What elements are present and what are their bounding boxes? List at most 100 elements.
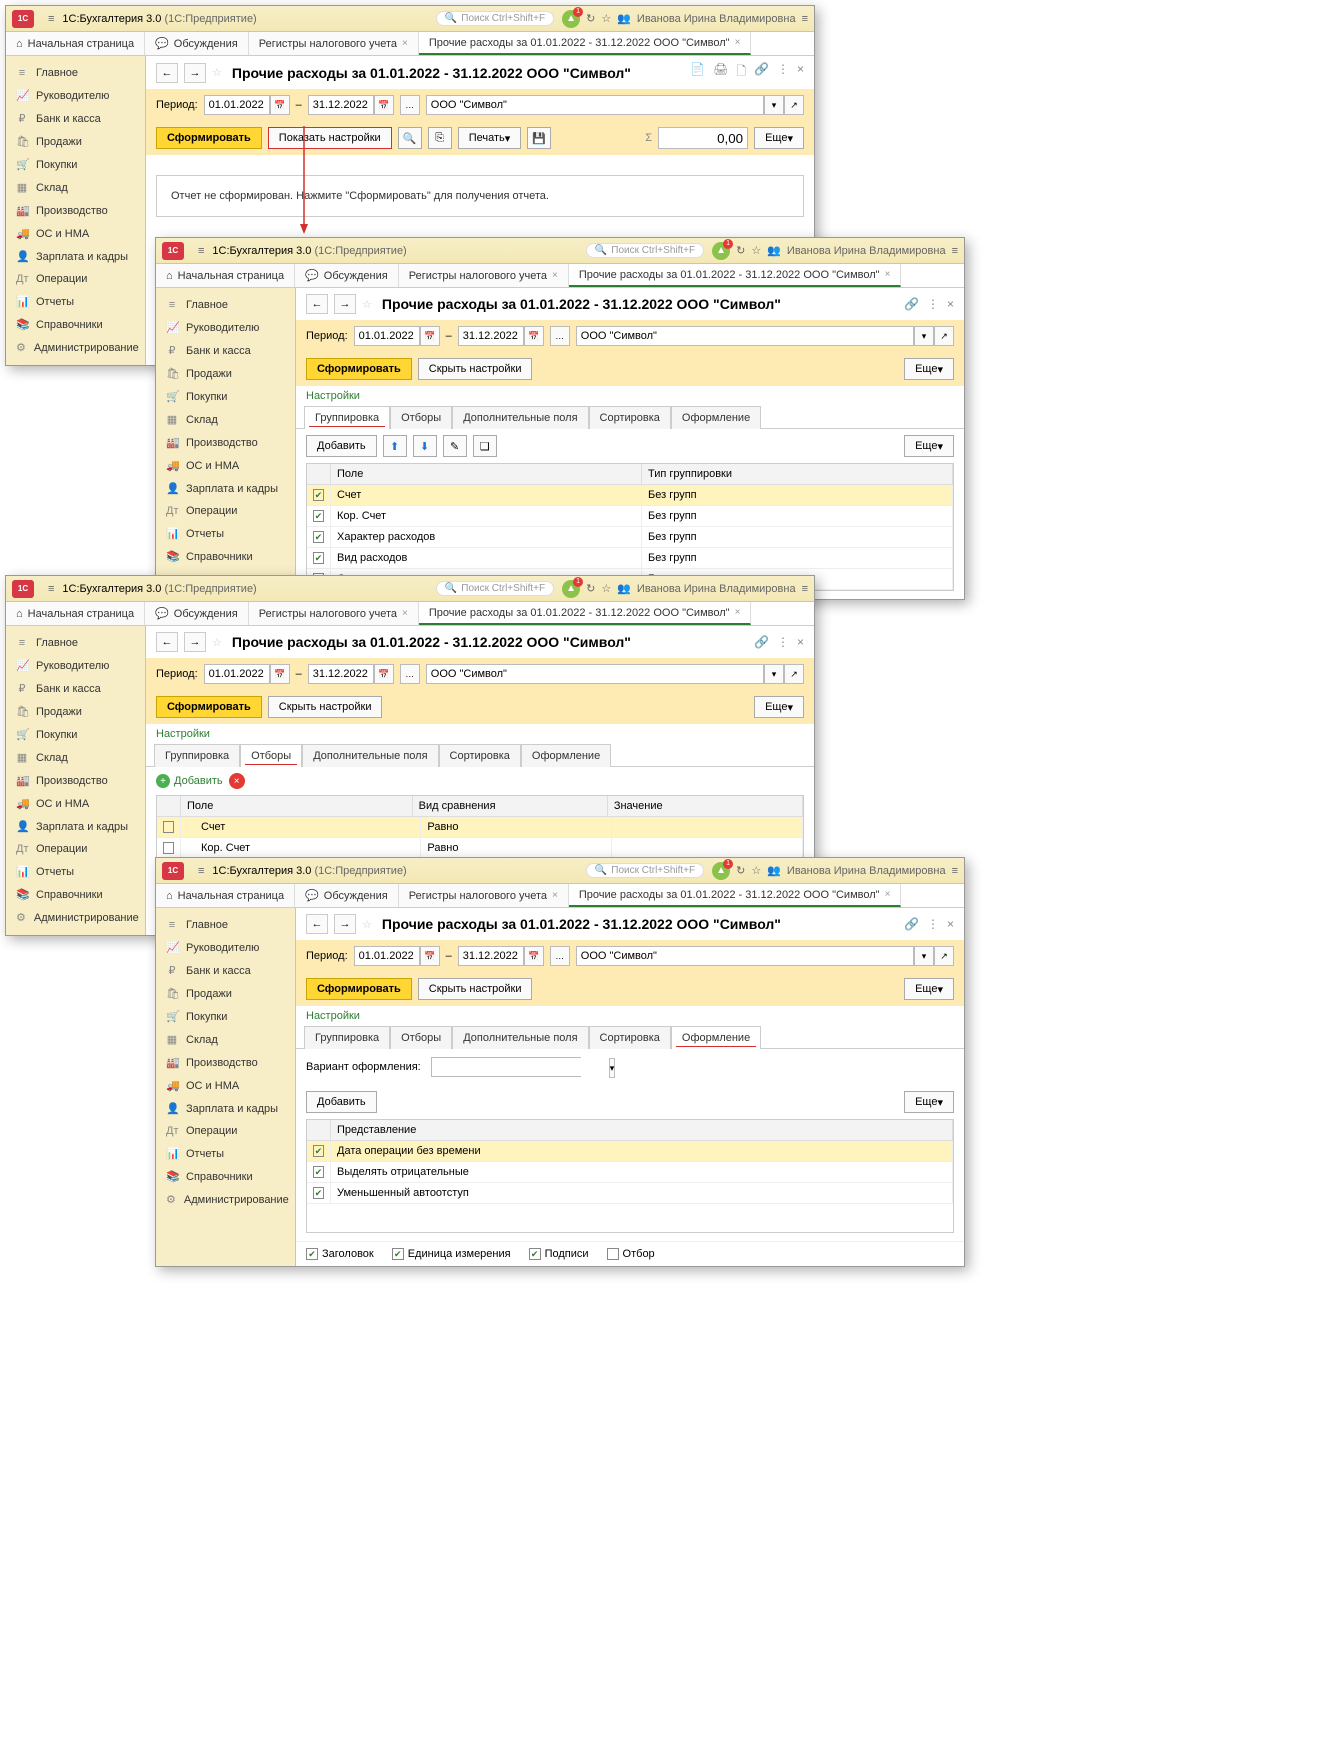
subtab-sort[interactable]: Сортировка — [589, 406, 671, 429]
hide-settings-button[interactable]: Скрыть настройки — [418, 358, 533, 380]
chk-sign[interactable]: Подписи — [529, 1248, 589, 1260]
search-icon[interactable]: 🔍 — [398, 127, 422, 149]
notifications-icon[interactable]: ▲1 — [562, 10, 580, 28]
date-to[interactable] — [458, 326, 524, 346]
subtab-group[interactable]: Группировка — [304, 406, 390, 429]
more-icon[interactable]: ⋮ — [777, 62, 789, 83]
subtab-filters[interactable]: Отборы — [390, 406, 452, 429]
tab-home[interactable]: ⌂ Начальная страница — [156, 264, 295, 287]
form-button[interactable]: Сформировать — [306, 358, 412, 380]
subtab-filters[interactable]: Отборы — [240, 744, 302, 767]
date-from[interactable] — [354, 326, 420, 346]
org-input[interactable] — [576, 326, 914, 346]
date-to[interactable] — [308, 95, 374, 115]
link-icon[interactable]: 🔗 — [754, 62, 769, 83]
table-row[interactable]: СчетРавно — [157, 817, 803, 838]
table-row[interactable]: Уменьшенный автоотступ — [307, 1183, 953, 1204]
save-icon[interactable]: 💾 — [527, 127, 551, 149]
nav-fwd[interactable]: → — [334, 294, 356, 314]
form-button[interactable]: Сформировать — [156, 127, 262, 149]
show-settings-button[interactable]: Показать настройки — [268, 127, 392, 149]
sidebar-item[interactable]: 📚Справочники — [6, 313, 145, 336]
variant-select[interactable]: ▾ — [431, 1057, 581, 1077]
user-name: Иванова Ирина Владимировна — [637, 13, 796, 25]
burger-icon[interactable]: ≡ — [198, 245, 204, 257]
more-button[interactable]: Еще ▾ — [904, 435, 954, 457]
sidebar-item[interactable]: 📈Руководителю — [6, 84, 145, 107]
add-button[interactable]: Добавить — [306, 1091, 377, 1113]
calendar-icon[interactable]: 📅 — [270, 95, 290, 115]
sidebar-item[interactable]: 🛒Покупки — [6, 153, 145, 176]
tab-home[interactable]: ⌂ Начальная страница — [6, 32, 145, 55]
tab-report[interactable]: Прочие расходы за 01.01.2022 - 31.12.202… — [419, 32, 752, 55]
star-icon[interactable]: ☆ — [601, 12, 611, 25]
chk-title[interactable]: Заголовок — [306, 1248, 374, 1260]
tab-discuss[interactable]: 💬 Обсуждения — [295, 264, 399, 287]
subtab-design[interactable]: Оформление — [671, 406, 761, 429]
copy-icon[interactable]: ❏ — [473, 435, 497, 457]
print-button[interactable]: Печать ▾ — [458, 127, 522, 149]
search-input[interactable]: 🔍 Поиск Ctrl+Shift+F — [436, 11, 554, 26]
open-icon[interactable]: ↗ — [784, 95, 804, 115]
notifications-icon[interactable]: ▲1 — [712, 242, 730, 260]
table-row[interactable]: Выделять отрицательные — [307, 1162, 953, 1183]
up-icon[interactable]: ⬆ — [383, 435, 407, 457]
dropdown-icon[interactable]: ▾ — [764, 95, 784, 115]
print-icon[interactable]: 🖨 — [713, 62, 728, 83]
tab-discuss[interactable]: 💬 Обсуждения — [145, 32, 249, 55]
sidebar-item[interactable]: ₽Банк и касса — [6, 107, 145, 130]
sidebar-item[interactable]: ДтОперации — [6, 268, 145, 290]
tab-registers[interactable]: Регистры налогового учета × — [399, 264, 569, 287]
chk-filter[interactable]: Отбор — [607, 1248, 655, 1260]
delete-icon[interactable]: × — [229, 773, 245, 789]
sidebar-item[interactable]: 🛍Продажи — [6, 130, 145, 153]
chk-unit[interactable]: Единица измерения — [392, 1248, 511, 1260]
nav-back[interactable]: ← — [156, 63, 178, 83]
table-row[interactable]: Кор. СчетБез групп — [307, 506, 953, 527]
table-row[interactable]: Характер расходовБез групп — [307, 527, 953, 548]
table-row[interactable]: Кор. СчетРавно — [157, 838, 803, 859]
sidebar-item[interactable]: 📊Отчеты — [6, 290, 145, 313]
add-link[interactable]: +Добавить — [156, 774, 223, 788]
subtab-group[interactable]: Группировка — [154, 744, 240, 767]
period-picker[interactable]: … — [400, 95, 420, 115]
sum-field[interactable] — [658, 127, 748, 149]
date-from[interactable] — [204, 95, 270, 115]
calendar-icon[interactable]: 📅 — [374, 95, 394, 115]
nav-fwd[interactable]: → — [184, 63, 206, 83]
sidebar-item[interactable]: ▦Склад — [6, 176, 145, 199]
checkbox[interactable] — [313, 489, 324, 501]
org-input[interactable] — [426, 95, 764, 115]
app-subtitle: (1С:Предприятие) — [164, 13, 256, 25]
nav-back[interactable]: ← — [306, 294, 328, 314]
expand-icon[interactable]: ⎘ — [428, 127, 452, 149]
burger-icon[interactable]: ≡ — [48, 13, 54, 25]
more-button[interactable]: Еще ▾ — [904, 358, 954, 380]
menu-icon[interactable]: ≡ — [802, 13, 808, 25]
tab-registers[interactable]: Регистры налогового учета × — [249, 32, 419, 55]
table-row[interactable]: СчетБез групп — [307, 485, 953, 506]
save-icon[interactable]: 🗋 — [736, 62, 746, 83]
edit-icon[interactable]: ✎ — [443, 435, 467, 457]
close-icon[interactable]: × — [797, 62, 804, 83]
tab-report[interactable]: Прочие расходы за 01.01.2022 - 31.12.202… — [569, 264, 902, 287]
sidebar-item[interactable]: 🚚ОС и НМА — [6, 222, 145, 245]
sidebar-item[interactable]: 🏭Производство — [6, 199, 145, 222]
sidebar-item[interactable]: ⚙Администрирование — [6, 336, 145, 359]
add-button[interactable]: Добавить — [306, 435, 377, 457]
period-label: Период: — [156, 99, 198, 111]
sidebar-item[interactable]: ≡Главное — [6, 62, 145, 84]
search-input[interactable]: 🔍 Поиск Ctrl+Shift+F — [586, 243, 704, 258]
down-icon[interactable]: ⬇ — [413, 435, 437, 457]
sidebar-item[interactable]: 👤Зарплата и кадры — [6, 245, 145, 268]
more-button[interactable]: Еще ▾ — [754, 127, 804, 149]
filter-grid: ПолеВид сравненияЗначение СчетРавно Кор.… — [156, 795, 804, 860]
table-row[interactable]: Вид расходовБез групп — [307, 548, 953, 569]
fav-icon[interactable]: ☆ — [212, 66, 222, 79]
btn-icon[interactable]: 📄 — [690, 62, 705, 83]
history-icon[interactable]: ↻ — [586, 12, 595, 25]
table-row[interactable]: Дата операции без времени — [307, 1141, 953, 1162]
user-icon[interactable]: 👥 — [617, 12, 631, 25]
subtab-extra[interactable]: Дополнительные поля — [452, 406, 588, 429]
subtab-design[interactable]: Оформление — [671, 1026, 761, 1049]
